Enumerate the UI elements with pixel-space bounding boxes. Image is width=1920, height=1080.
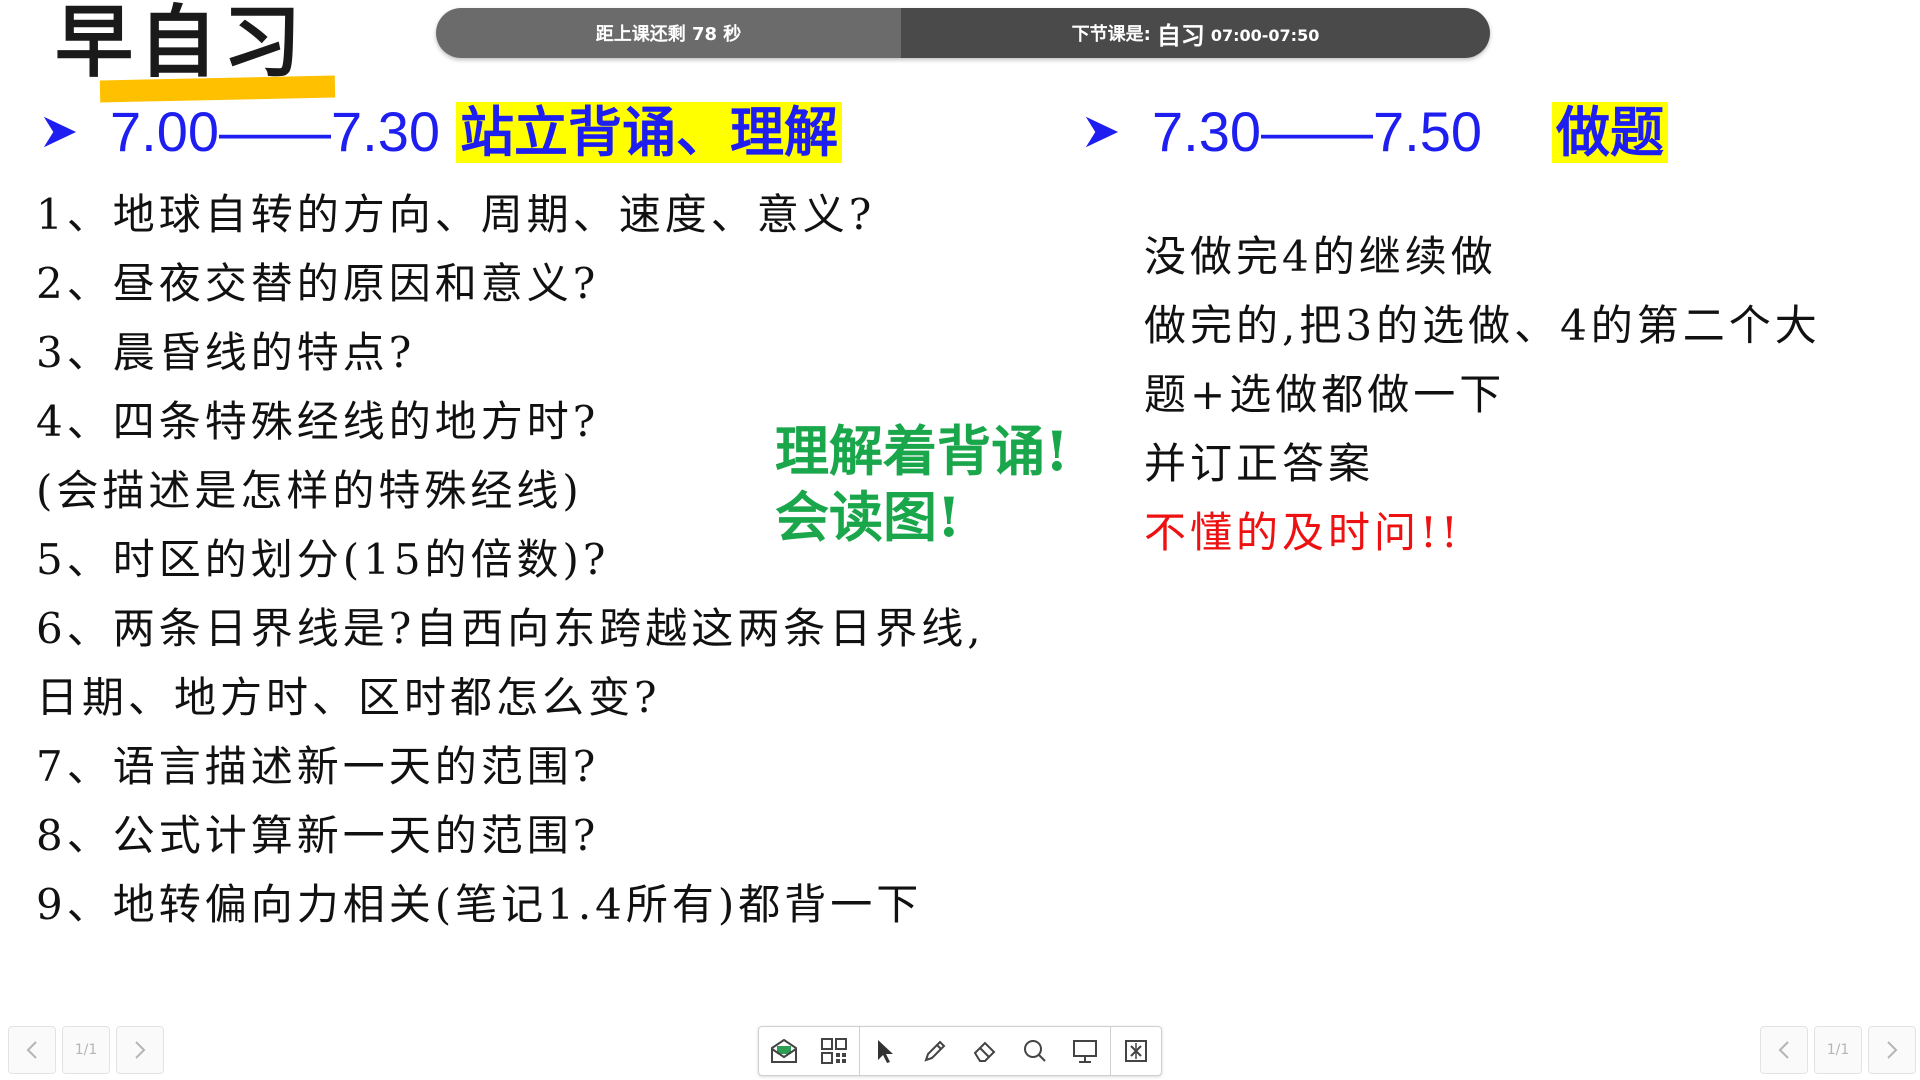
envelope-button[interactable]	[759, 1027, 809, 1075]
study-tip-line: 会读图!	[775, 485, 961, 549]
list-item: 9、地转偏向力相关(笔记1.4所有)都背一下	[36, 880, 923, 929]
next-lesson-time: 07:00-07:50	[1210, 25, 1320, 45]
previous-page-button[interactable]	[8, 1026, 56, 1074]
qr-grid-icon	[821, 1038, 847, 1064]
pointer-button[interactable]	[860, 1027, 910, 1075]
exit-button[interactable]	[1111, 1027, 1161, 1075]
previous-page-button[interactable]	[1760, 1026, 1808, 1074]
slide-stage: 早自习 距上课还剩 78 秒 下节课是: 自习 07:00-07:50 7.00…	[0, 0, 1920, 1080]
screen-button[interactable]	[1060, 1027, 1110, 1075]
screen-icon	[1073, 1040, 1097, 1063]
instruction-line: 并订正答案	[1144, 439, 1375, 488]
right-time-range: 7.30——7.50	[1152, 100, 1482, 164]
next-page-button[interactable]	[116, 1026, 164, 1074]
next-icon	[135, 1041, 146, 1059]
exit-icon	[1125, 1040, 1147, 1062]
next-page-button[interactable]	[1868, 1026, 1916, 1074]
search-button[interactable]	[1010, 1027, 1060, 1075]
list-item: 3、晨昏线的特点?	[36, 328, 416, 377]
list-item: 7、语言描述新一天的范围?	[36, 742, 600, 791]
list-item: 2、昼夜交替的原因和意义?	[36, 259, 600, 308]
page-navigator-right: 1/1	[1760, 1026, 1916, 1074]
study-tip-line: 理解着背诵!	[775, 419, 1069, 483]
pen-button[interactable]	[910, 1027, 960, 1075]
class-timer-bar: 距上课还剩 78 秒 下节课是: 自习 07:00-07:50	[436, 8, 1490, 58]
previous-icon	[1778, 1041, 1789, 1059]
left-time-range: 7.00——7.30	[110, 100, 440, 164]
previous-icon	[26, 1041, 37, 1059]
study-tip-note: 理解着背诵! 会读图!	[775, 418, 1069, 550]
presentation-toolbar	[758, 1026, 1162, 1076]
pen-icon	[924, 1040, 946, 1062]
page-navigator-left: 1/1	[8, 1026, 164, 1074]
search-icon	[1024, 1040, 1046, 1062]
next-lesson-info: 下节课是: 自习 07:00-07:50	[901, 8, 1490, 58]
recitation-list: 1、地球自转的方向、周期、速度、意义? 2、昼夜交替的原因和意义? 3、晨昏线的…	[36, 180, 985, 939]
right-section-header: 7.30——7.50 做题	[1082, 102, 1668, 163]
right-activity: 做题	[1551, 102, 1668, 163]
next-icon	[1887, 1041, 1898, 1059]
list-item: 日期、地方时、区时都怎么变?	[36, 673, 661, 722]
envelope-icon	[771, 1038, 797, 1063]
eraser-icon	[973, 1041, 996, 1062]
page-indicator[interactable]: 1/1	[62, 1026, 110, 1074]
instruction-line: 做完的,把3的选做、4的第二个大	[1144, 301, 1821, 350]
slide-title: 早自习	[55, 0, 308, 88]
arrow-bullet-icon	[43, 117, 77, 148]
list-item: 6、两条日界线是?自西向东跨越这两条日界线,	[36, 604, 985, 653]
exercise-instructions: 没做完4的继续做 做完的,把3的选做、4的第二个大 题+选做都做一下 并订正答案…	[1144, 222, 1821, 567]
list-item: 8、公式计算新一天的范围?	[36, 811, 600, 860]
arrow-bullet-icon	[1085, 117, 1119, 148]
next-lesson-label: 下节课是:	[1071, 24, 1151, 45]
instruction-line: 没做完4的继续做	[1144, 232, 1497, 281]
instruction-line: 题+选做都做一下	[1144, 370, 1506, 419]
left-activity: 站立背诵、理解	[455, 102, 842, 163]
ask-question-alert: 不懂的及时问!!	[1144, 508, 1462, 557]
qr-grid-button[interactable]	[809, 1027, 859, 1075]
list-item: 1、地球自转的方向、周期、速度、意义?	[36, 190, 876, 239]
next-lesson-name: 自习	[1156, 21, 1205, 50]
pointer-icon	[878, 1040, 893, 1063]
eraser-button[interactable]	[960, 1027, 1010, 1075]
countdown-text: 距上课还剩 78 秒	[436, 8, 901, 58]
page-indicator[interactable]: 1/1	[1814, 1026, 1862, 1074]
left-section-header: 7.00——7.30 站立背诵、理解	[40, 102, 842, 163]
